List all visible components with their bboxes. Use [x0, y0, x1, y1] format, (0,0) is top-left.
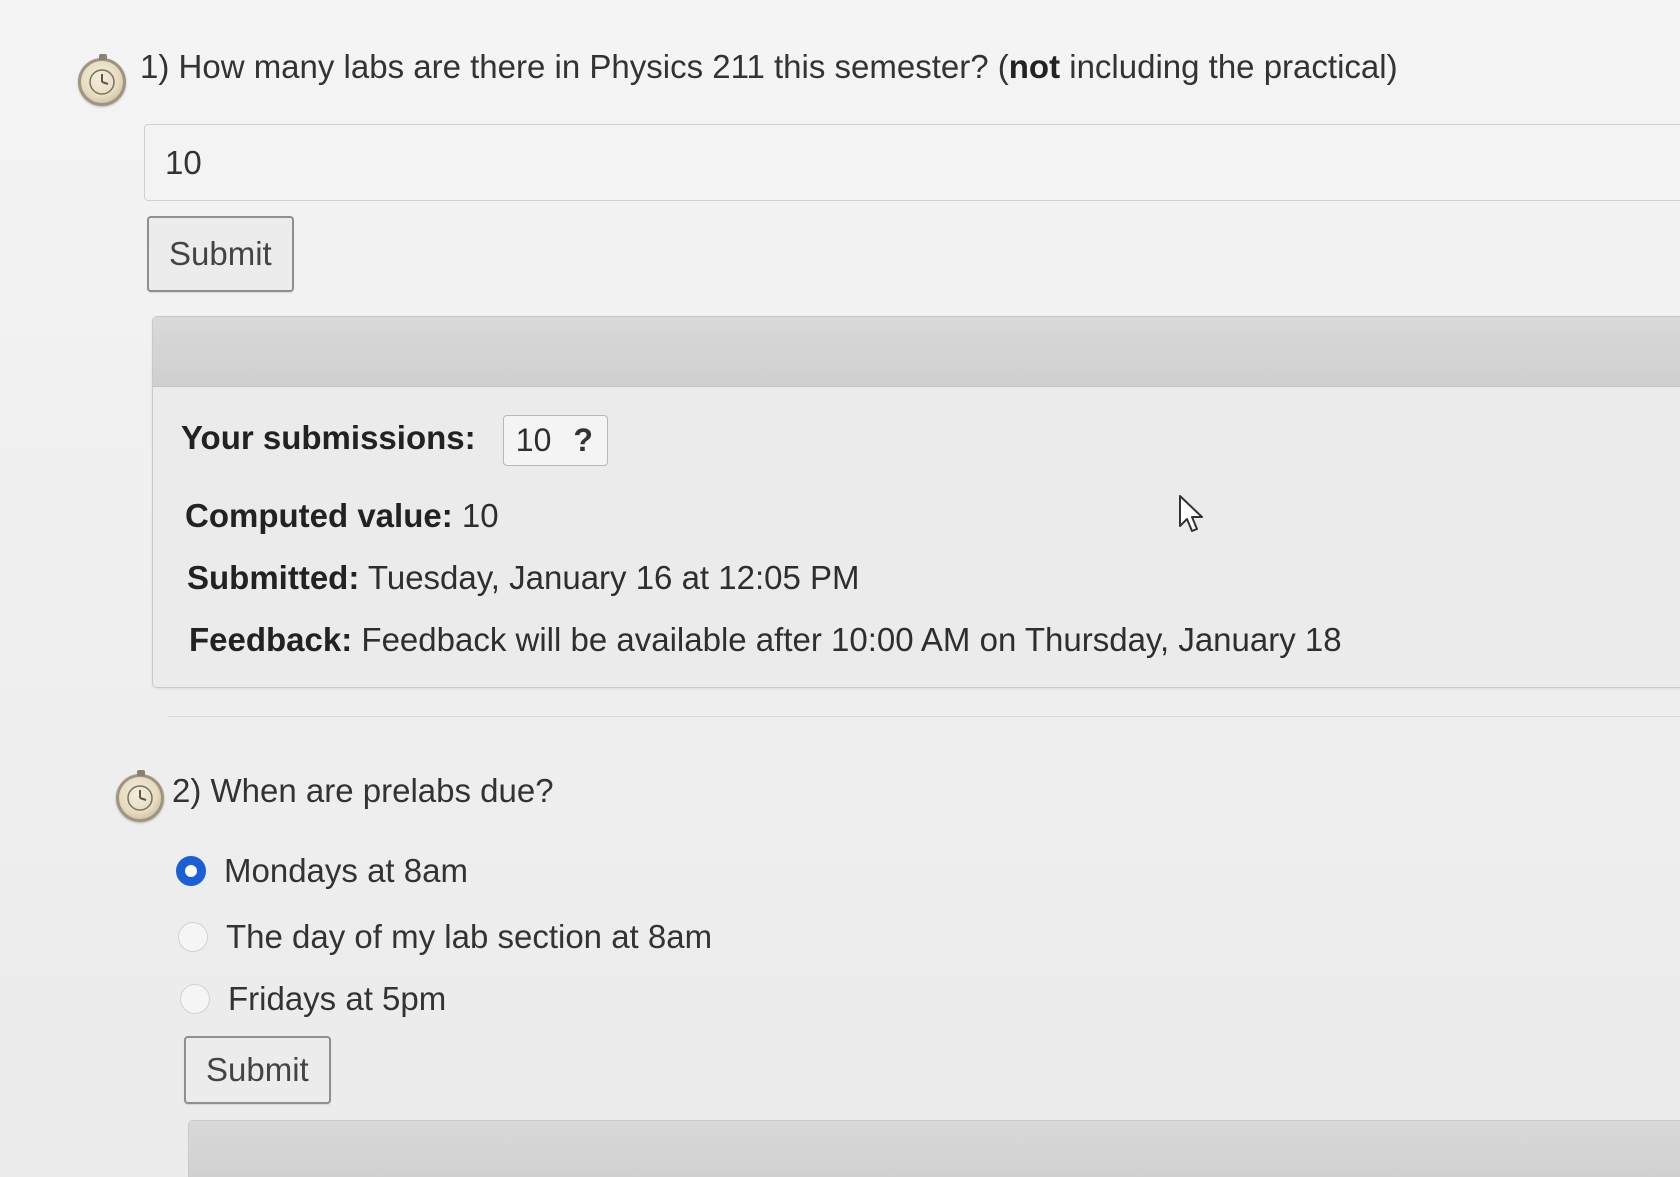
stopwatch-icon: [78, 54, 126, 106]
submit-button-q2[interactable]: Submit: [184, 1036, 331, 1104]
computed-value-row: Computed value: 10: [185, 497, 499, 535]
feedback-label: Feedback:: [189, 621, 353, 658]
radio-option-mondays[interactable]: Mondays at 8am: [176, 852, 468, 890]
stopwatch-icon: [116, 770, 164, 822]
submissions-row: Your submissions: 10?: [181, 415, 608, 466]
computed-value: 10: [461, 497, 499, 534]
submitted-label: Submitted:: [187, 559, 360, 596]
radio-option-label: Mondays at 8am: [224, 852, 468, 889]
submission-badge[interactable]: 10?: [502, 415, 608, 466]
radio-unselected-icon[interactable]: [178, 922, 208, 952]
radio-option-label: Fridays at 5pm: [228, 980, 447, 1017]
feedback-row: Feedback: Feedback will be available aft…: [189, 621, 1342, 659]
submitted-value: Tuesday, January 16 at 12:05 PM: [367, 559, 860, 596]
question-2-prompt: 2) When are prelabs due?: [172, 772, 554, 809]
radio-option-label: The day of my lab section at 8am: [226, 918, 713, 955]
feedback-value: Feedback will be available after 10:00 A…: [361, 621, 1342, 658]
mouse-pointer-icon: [1179, 495, 1203, 532]
homework-page: 1) How many labs are there in Physics 21…: [0, 0, 1680, 1177]
result-panel-header: [189, 1121, 1680, 1177]
question-1-prompt: 1) How many labs are there in Physics 21…: [140, 48, 1398, 85]
radio-unselected-icon[interactable]: [180, 984, 210, 1014]
submission-result-panel: Your submissions: 10? Computed value: 10…: [152, 316, 1680, 688]
radio-option-lab-day[interactable]: The day of my lab section at 8am: [178, 918, 712, 956]
question-mark-icon: ?: [573, 422, 593, 458]
submitted-row: Submitted: Tuesday, January 16 at 12:05 …: [187, 559, 860, 597]
submission-result-panel-q2: [188, 1120, 1680, 1177]
submit-button-q1[interactable]: Submit: [147, 216, 294, 292]
answer-field[interactable]: [144, 124, 1680, 201]
question-divider: [168, 716, 1680, 717]
computed-label: Computed value:: [185, 497, 453, 534]
result-panel-header: [153, 317, 1680, 387]
submission-value: 10: [515, 422, 552, 458]
radio-option-fridays[interactable]: Fridays at 5pm: [180, 980, 446, 1018]
radio-selected-icon[interactable]: [176, 856, 206, 886]
submissions-label: Your submissions:: [181, 419, 476, 457]
answer-input[interactable]: [145, 125, 1680, 200]
